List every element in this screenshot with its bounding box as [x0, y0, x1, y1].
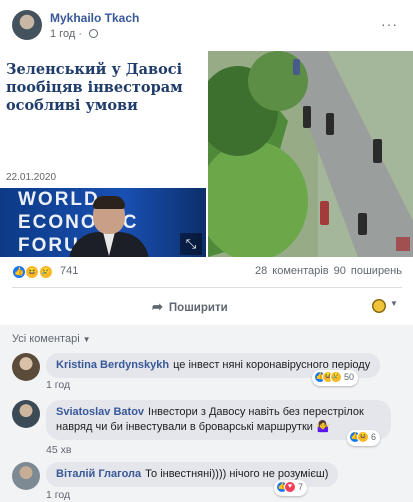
author-avatar[interactable] [12, 10, 42, 40]
haha-icon: 😆 [357, 431, 369, 443]
news-image[interactable]: Зеленський у Давосі пообіцяв інвесторам … [0, 51, 206, 257]
comment-item: Kristina Berdynskykh це інвест няні корон… [12, 353, 402, 389]
commenter-name[interactable]: Kristina Berdynskykh [56, 359, 169, 371]
sort-label: Усі коментарі [12, 333, 80, 345]
chevron-down-icon[interactable]: ▼ [390, 299, 398, 308]
commenter-avatar[interactable] [12, 353, 40, 381]
comment-text: То інвестняні)))) нічого не розумієш) [145, 468, 329, 480]
love-icon: ♥ [284, 481, 296, 493]
comment-item: Віталій Глагола То інвестняні)))) нічого … [12, 462, 402, 496]
comment-item: Sviatoslav Batov Інвестори з Давосу навіт… [12, 400, 402, 446]
reaction-count: 7 [298, 482, 304, 492]
share-arrow-icon: ➦ [152, 299, 163, 314]
comments-section: Усі коментарі ▼ Kristina Berdynskykh це ін… [0, 325, 413, 502]
reaction-count: 50 [344, 372, 355, 382]
post-meta: 1 год · [50, 28, 99, 40]
commenter-avatar[interactable] [12, 400, 40, 428]
comment-reactions[interactable]: 👍😆 6 [347, 430, 381, 446]
like-icon: 👍 [12, 264, 26, 279]
globe-icon [89, 29, 99, 38]
comments-shares: 28 коментарів 90 поширень [255, 265, 402, 277]
reactions-count[interactable]: 741 [60, 265, 78, 277]
reaction-icons[interactable]: 👍 😆 😢 [12, 264, 53, 279]
expand-icon[interactable]: ⤡ [180, 233, 202, 255]
comment-reactions[interactable]: 👍 ♥ 7 [274, 480, 308, 496]
comment-time[interactable]: 1 год [46, 489, 70, 501]
divider [12, 287, 402, 288]
share-button[interactable]: ➦ Поширити [152, 299, 228, 315]
comment-time[interactable]: 45 хв [46, 444, 71, 456]
comments-count[interactable]: 28 коментарів [255, 265, 329, 277]
street-scene [208, 51, 413, 257]
comment-sort-dropdown[interactable]: Усі коментарі ▼ [12, 333, 91, 345]
speaker-photo [64, 194, 154, 257]
reaction-stats: 👍 😆 😢 741 28 коментарів 90 поширень [12, 263, 402, 281]
comment-reactions[interactable]: 👍😆😢 50 [312, 370, 359, 386]
action-bar: ➦ Поширити ▼ [0, 293, 413, 319]
page-avatar[interactable] [372, 299, 386, 313]
comment-time[interactable]: 1 год [46, 379, 70, 391]
commenter-name[interactable]: Віталій Глагола [56, 468, 141, 480]
post-header: Mykhailo Tkach 1 год · ··· [12, 8, 402, 44]
author-name[interactable]: Mykhailo Tkach [50, 11, 139, 25]
commenter-name[interactable]: Sviatoslav Batov [56, 406, 144, 418]
news-date: 22.01.2020 [6, 172, 57, 183]
chevron-down-icon: ▼ [82, 335, 91, 344]
post-time[interactable]: 1 год [50, 28, 75, 40]
share-label: Поширити [168, 302, 228, 314]
shares-count[interactable]: 90 поширень [334, 265, 402, 277]
commenter-avatar[interactable] [12, 462, 40, 490]
more-options-icon[interactable]: ··· [381, 16, 398, 32]
comment-bubble: Sviatoslav Batov Інвестори з Давосу навіт… [46, 400, 391, 440]
reaction-count: 6 [371, 432, 377, 442]
video-frame[interactable] [208, 51, 413, 257]
news-title: Зеленський у Давосі пообіцяв інвесторам … [6, 61, 183, 114]
sad-icon: 😢 [330, 371, 342, 383]
haha-icon: 😆 [25, 264, 40, 279]
sad-icon: 😢 [38, 264, 53, 279]
post-media[interactable]: Зеленський у Давосі пообіцяв інвесторам … [0, 51, 413, 257]
